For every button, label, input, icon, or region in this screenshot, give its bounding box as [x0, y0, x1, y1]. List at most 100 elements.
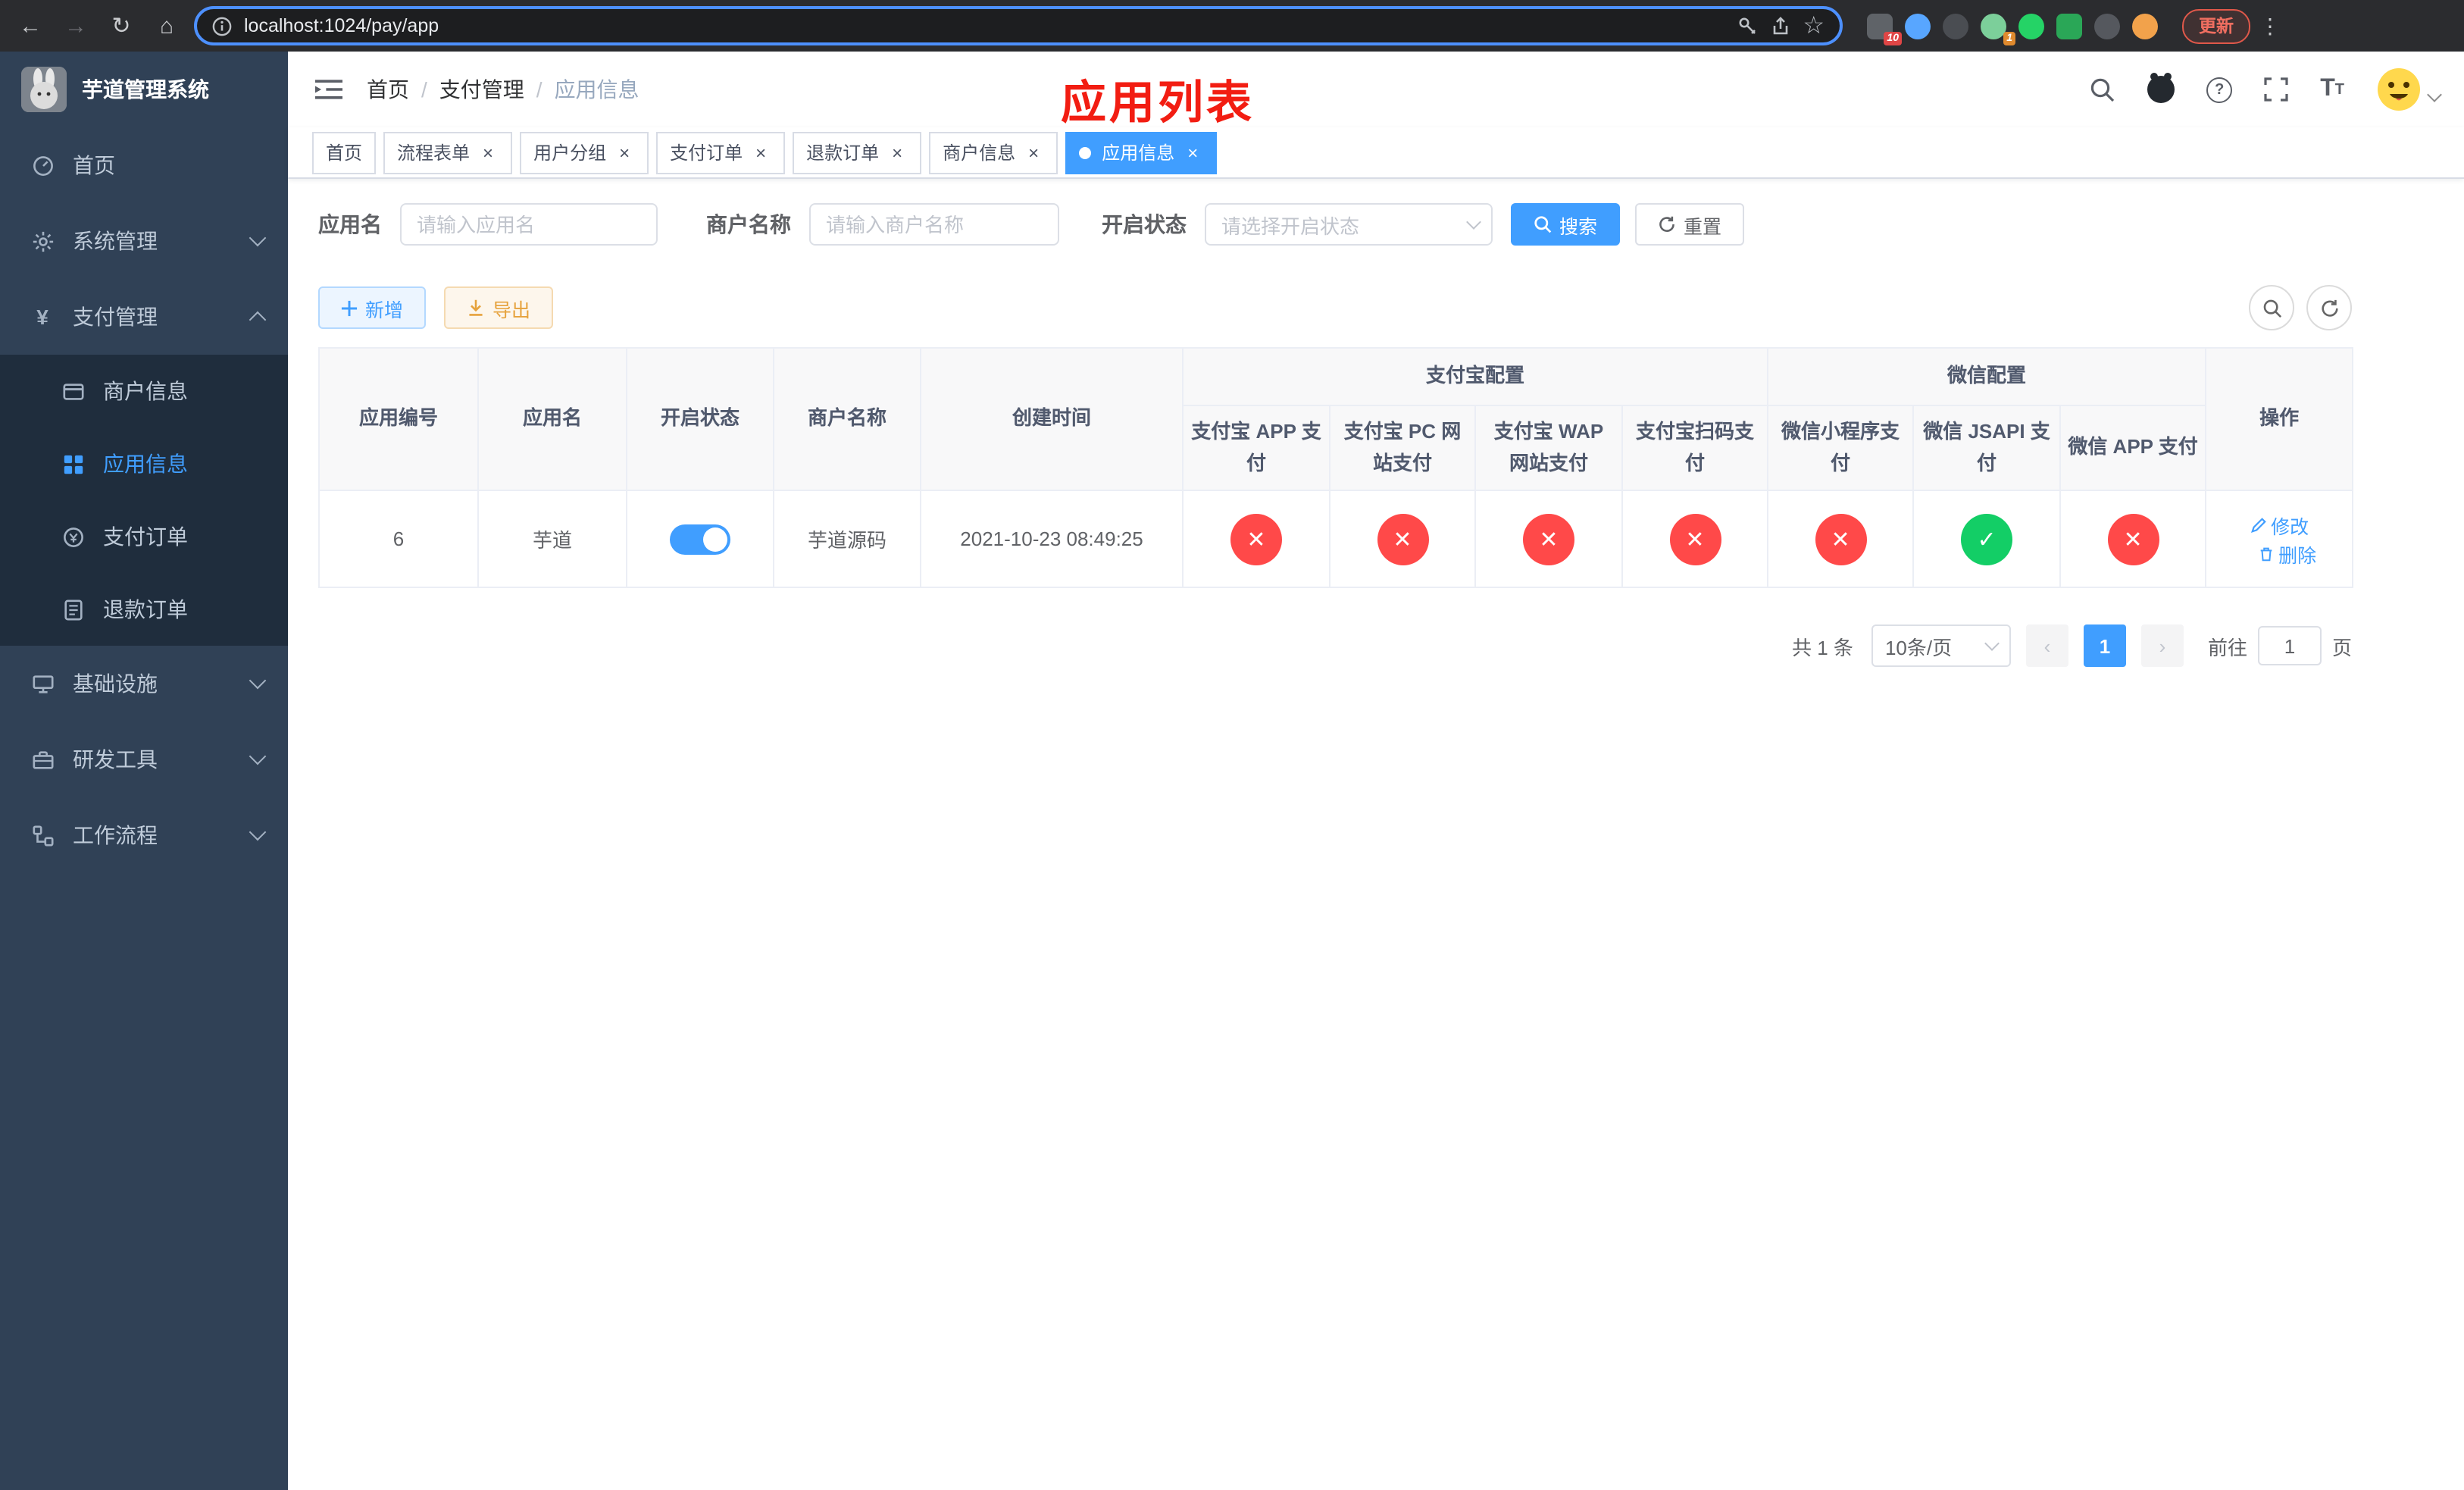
close-icon[interactable] — [886, 142, 908, 163]
chevron-down-icon — [249, 823, 267, 841]
site-info-icon[interactable] — [212, 16, 232, 36]
cell-app-name: 芋道 — [477, 490, 627, 588]
breadcrumb: 首页 / 支付管理 / 应用信息 — [367, 74, 639, 105]
sidebar-item-merchant-info[interactable]: 商户信息 — [0, 355, 288, 427]
col-header-status: 开启状态 — [626, 347, 774, 491]
sidebar-item-refund-orders[interactable]: 退款订单 — [0, 573, 288, 646]
next-page-button[interactable]: › — [2140, 624, 2184, 667]
col-header-wechat-jsapi: 微信 JSAPI 支付 — [1912, 405, 2062, 491]
col-header-merchant: 商户名称 — [773, 347, 921, 491]
sidebar-item-infra[interactable]: 基础设施 — [0, 646, 288, 722]
tab-process-form[interactable]: 流程表单 — [383, 131, 513, 174]
header-search-icon[interactable] — [2090, 77, 2115, 102]
group-header-wechat: 微信配置 — [1767, 347, 2207, 406]
app-title: 芋道管理系统 — [82, 77, 209, 102]
close-icon[interactable] — [750, 142, 771, 163]
profile-avatar-icon[interactable] — [2132, 13, 2158, 39]
sidebar-item-app-info[interactable]: 应用信息 — [0, 427, 288, 500]
alipay-wap-status-icon — [1523, 513, 1574, 565]
group-header-alipay: 支付宝配置 — [1181, 347, 1769, 406]
tab-refund-orders[interactable]: 退款订单 — [793, 131, 922, 174]
col-header-app-id: 应用编号 — [318, 347, 479, 491]
reset-button[interactable]: 重置 — [1635, 203, 1745, 246]
prev-page-button[interactable]: ‹ — [2025, 624, 2068, 667]
share-icon[interactable] — [1769, 15, 1790, 36]
grid-icon — [61, 452, 85, 475]
home-icon[interactable]: ⌂ — [149, 8, 185, 44]
sidebar-item-devtools[interactable]: 研发工具 — [0, 722, 288, 797]
search-button[interactable]: 搜索 — [1511, 203, 1621, 246]
page-number-button[interactable]: 1 — [2083, 624, 2126, 667]
chevron-up-icon — [249, 311, 267, 329]
cell-created: 2021-10-23 08:49:25 — [920, 490, 1184, 588]
breadcrumb-separator: / — [421, 77, 427, 102]
sidebar-item-workflow[interactable]: 工作流程 — [0, 797, 288, 873]
export-button[interactable]: 导出 — [444, 286, 554, 329]
pagination: 共 1 条 10条/页 ‹ 1 › 前往 页 — [318, 624, 2352, 667]
extension-icon-2[interactable] — [1905, 13, 1931, 39]
tab-user-group[interactable]: 用户分组 — [520, 131, 649, 174]
status-toggle[interactable] — [670, 524, 730, 554]
refresh-button[interactable] — [2306, 285, 2352, 330]
address-bar[interactable]: localhost:1024/pay/app ☆ — [194, 6, 1843, 45]
sidebar-fold-icon[interactable] — [312, 73, 346, 106]
tab-pay-orders[interactable]: 支付订单 — [656, 131, 786, 174]
app-table: 应用编号 应用名 开启状态 商户名称 创建时间 支付宝配置 微信配置 操作 支付… — [318, 347, 2354, 588]
goto-page-input[interactable] — [2257, 626, 2322, 665]
extension-icon-3[interactable] — [1943, 13, 1968, 39]
col-header-alipay-wap: 支付宝 WAP 网站支付 — [1474, 405, 1623, 491]
col-header-created: 创建时间 — [920, 347, 1184, 491]
toggle-search-button[interactable] — [2249, 285, 2294, 330]
app-name-input[interactable] — [400, 203, 658, 246]
forward-icon[interactable]: → — [58, 8, 94, 44]
table-toolbar: 新增 导出 — [318, 285, 2352, 330]
extension-icon-5[interactable] — [2018, 13, 2044, 39]
font-size-icon[interactable] — [2320, 76, 2344, 103]
col-header-app-name: 应用名 — [477, 347, 627, 491]
close-icon[interactable] — [614, 142, 635, 163]
close-icon[interactable] — [1182, 142, 1203, 163]
wechat-jsapi-status-icon — [1961, 513, 2013, 565]
breadcrumb-home[interactable]: 首页 — [367, 74, 409, 105]
help-icon[interactable] — [2206, 77, 2233, 102]
bookmark-star-icon[interactable]: ☆ — [1803, 11, 1825, 41]
sidebar-item-payment[interactable]: ¥ 支付管理 — [0, 279, 288, 355]
breadcrumb-separator: / — [536, 77, 543, 102]
extension-icon-4[interactable]: 1 — [1981, 13, 2015, 45]
github-icon[interactable] — [2147, 73, 2175, 103]
back-icon[interactable]: ← — [12, 8, 48, 44]
tab-home[interactable]: 首页 — [312, 131, 377, 174]
close-icon[interactable] — [477, 142, 499, 163]
app-logo-row[interactable]: 芋道管理系统 — [0, 52, 288, 127]
chevron-down-icon — [249, 229, 267, 247]
extension-icon-1[interactable]: 10 — [1867, 13, 1902, 45]
merchant-name-input[interactable] — [809, 203, 1059, 246]
sidebar-item-system[interactable]: 系统管理 — [0, 203, 288, 279]
user-avatar[interactable] — [2376, 67, 2442, 112]
browser-update-button[interactable]: 更新 — [2182, 8, 2250, 43]
tab-app-info[interactable]: 应用信息 — [1065, 131, 1218, 174]
tab-merchant-info[interactable]: 商户信息 — [929, 131, 1058, 174]
col-header-actions: 操作 — [2205, 347, 2354, 491]
col-header-alipay-qr: 支付宝扫码支付 — [1621, 405, 1769, 491]
breadcrumb-payment[interactable]: 支付管理 — [439, 74, 524, 105]
extension-icon-6[interactable] — [2056, 13, 2082, 39]
dashboard-icon — [30, 154, 55, 177]
extension-icon-7[interactable] — [2094, 13, 2120, 39]
delete-link[interactable]: 删除 — [2257, 539, 2316, 568]
edit-link[interactable]: 修改 — [2250, 510, 2309, 539]
status-label: 开启状态 — [1102, 212, 1187, 236]
app-name-label: 应用名 — [318, 212, 382, 236]
add-button[interactable]: 新增 — [318, 286, 427, 329]
sidebar-item-pay-orders[interactable]: 支付订单 — [0, 500, 288, 573]
url-text[interactable]: localhost:1024/pay/app — [244, 15, 1724, 36]
password-key-icon[interactable] — [1736, 15, 1757, 36]
close-icon[interactable] — [1023, 142, 1044, 163]
page-size-select[interactable]: 10条/页 — [1871, 624, 2011, 667]
fullscreen-icon[interactable] — [2264, 77, 2288, 102]
browser-menu-icon[interactable]: ⋮ — [2259, 13, 2281, 39]
reload-icon[interactable]: ↻ — [103, 8, 139, 44]
yen-icon: ¥ — [36, 305, 48, 329]
sidebar-item-home[interactable]: 首页 — [0, 127, 288, 203]
status-select[interactable]: 请选择开启状态 — [1205, 203, 1493, 246]
